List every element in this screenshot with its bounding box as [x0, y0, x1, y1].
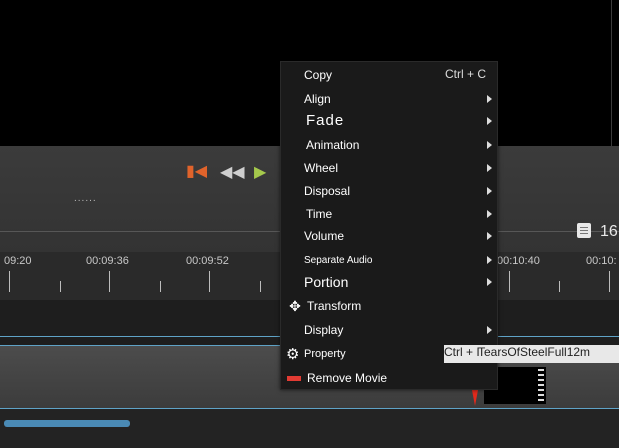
submenu-arrow-icon — [487, 164, 492, 172]
menu-item-align[interactable]: Align — [281, 88, 497, 111]
film-strip-icon — [538, 369, 544, 402]
ruler-tick — [209, 271, 210, 292]
menu-item-remove-movie[interactable]: Remove Movie — [281, 367, 497, 390]
menu-item-label: Align — [304, 92, 331, 106]
menu-item-label: Separate Audio — [304, 255, 373, 266]
rewind-button[interactable]: ◀◀ — [220, 162, 245, 182]
submenu-arrow-icon — [487, 326, 492, 334]
ruler-tick — [160, 281, 161, 292]
menu-item-display[interactable]: Display — [281, 319, 497, 342]
menu-item-copy[interactable]: Copy Ctrl + C — [281, 64, 497, 87]
menu-item-separate-audio[interactable]: Separate Audio — [281, 249, 497, 272]
context-menu: Copy Ctrl + C Align Fade Animation Wheel… — [280, 61, 498, 390]
submenu-arrow-icon — [487, 141, 492, 149]
menu-item-label: Property — [304, 348, 346, 360]
ruler-tick — [60, 281, 61, 292]
ruler-tick — [9, 271, 10, 292]
ruler-label: 00:10: — [586, 255, 617, 267]
menu-item-animation[interactable]: Animation — [281, 134, 497, 157]
menu-item-label: Volume — [304, 229, 345, 243]
zoom-icon[interactable] — [577, 223, 591, 238]
menu-item-label: Time — [306, 207, 333, 221]
ruler-label: 00:10:40 — [497, 255, 540, 267]
timeline-footer — [0, 409, 619, 448]
menu-shortcut: Ctrl + C — [445, 67, 487, 81]
play-icon: ▶ — [254, 164, 267, 181]
skip-start-icon: ▮◀ — [186, 163, 208, 180]
menu-item-label: Animation — [306, 138, 360, 152]
menu-item-fade[interactable]: Fade — [281, 110, 497, 133]
menu-item-label: Portion — [304, 274, 349, 290]
ruler-tick — [109, 271, 110, 292]
menu-item-label: Transform — [307, 299, 362, 313]
menu-item-label: Disposal — [304, 184, 351, 198]
submenu-arrow-icon — [487, 278, 492, 286]
ruler-tick — [260, 281, 261, 292]
ruler-label: 00:09:52 — [186, 255, 229, 267]
menu-item-label: Copy — [304, 68, 333, 82]
ruler-tick — [559, 281, 560, 292]
submenu-arrow-icon — [487, 256, 492, 264]
submenu-arrow-icon — [487, 117, 492, 125]
horizontal-scrollbar[interactable] — [4, 420, 130, 427]
go-to-start-button[interactable]: ▮◀ — [186, 161, 207, 181]
play-button[interactable]: ▶ — [254, 162, 266, 182]
submenu-arrow-icon — [487, 187, 492, 195]
preview-border — [611, 0, 612, 146]
menu-item-volume[interactable]: Volume — [281, 225, 497, 248]
menu-item-label: Fade — [306, 112, 345, 129]
gear-icon: ⚙ — [286, 346, 300, 363]
menu-item-wheel[interactable]: Wheel — [281, 157, 497, 180]
zoom-value: 16 — [600, 223, 618, 240]
menu-item-transform[interactable]: ✥ Transform — [281, 295, 497, 318]
submenu-arrow-icon — [487, 210, 492, 218]
ruler-label: 09:20 — [4, 255, 32, 267]
ruler-tick — [609, 271, 610, 292]
menu-item-portion[interactable]: Portion — [281, 271, 497, 294]
submenu-arrow-icon — [487, 232, 492, 240]
ruler-label: 00:09:36 — [86, 255, 129, 267]
menu-shortcut: Ctrl + I — [444, 345, 480, 359]
remove-icon — [287, 376, 301, 381]
rewind-icon: ◀◀ — [220, 164, 245, 181]
menu-item-disposal[interactable]: Disposal — [281, 180, 497, 203]
clip-name: TearsOfSteelFull12m — [478, 345, 591, 359]
submenu-arrow-icon — [487, 95, 492, 103]
dots-indicator: ...... — [74, 193, 97, 204]
ruler-tick — [509, 271, 510, 292]
move-icon: ✥ — [289, 298, 301, 314]
menu-item-label: Display — [304, 323, 344, 337]
playhead-marker[interactable] — [472, 390, 478, 406]
menu-item-label: Remove Movie — [307, 371, 388, 385]
menu-item-time[interactable]: Time — [281, 203, 497, 226]
menu-item-label: Wheel — [304, 161, 339, 175]
